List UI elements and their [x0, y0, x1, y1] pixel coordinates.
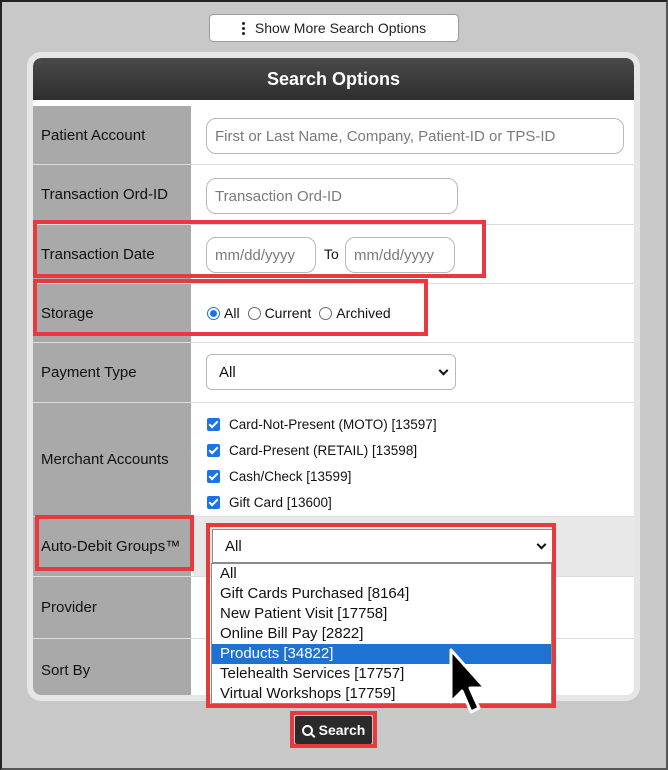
- radio-archived[interactable]: [319, 306, 333, 320]
- payment-type-value: All: [219, 363, 236, 381]
- search-button-label: Search: [318, 722, 366, 738]
- storage-option-current[interactable]: Current: [247, 305, 312, 321]
- payment-type-select[interactable]: All: [206, 354, 456, 390]
- merchant-account-item[interactable]: Gift Card [13600]: [207, 489, 437, 515]
- merchant-accounts-label: Merchant Accounts: [33, 403, 193, 516]
- transaction-ord-id-placeholder: Transaction Ord-ID: [215, 187, 342, 205]
- row-merchant-accounts: Merchant Accounts Card-Not-Present (MOTO…: [33, 403, 634, 517]
- radio-all-label: All: [224, 305, 240, 321]
- auto-debit-groups-value: All: [225, 537, 242, 555]
- storage-label: Storage: [33, 284, 193, 342]
- transaction-date-to-input[interactable]: mm/dd/yyyy: [345, 237, 455, 273]
- storage-option-archived[interactable]: Archived: [319, 305, 391, 321]
- date-to-placeholder: mm/dd/yyyy: [354, 246, 435, 264]
- chevron-down-icon: [438, 365, 449, 376]
- merchant-account-label: Cash/Check [13599]: [229, 468, 352, 484]
- dropdown-option[interactable]: Telehealth Services [17757]: [212, 664, 551, 684]
- dropdown-option[interactable]: Virtual Workshops [17759]: [212, 684, 551, 704]
- show-more-search-options-button[interactable]: Show More Search Options: [209, 14, 459, 42]
- radio-archived-label: Archived: [336, 305, 391, 321]
- merchant-account-item[interactable]: Cash/Check [13599]: [207, 463, 437, 489]
- search-icon: [301, 724, 313, 736]
- row-payment-type: Payment Type All: [33, 343, 634, 403]
- storage-radio-group: All Current Archived: [207, 284, 399, 342]
- show-more-search-options-label: Show More Search Options: [254, 20, 427, 36]
- checkbox-checked-icon[interactable]: [207, 469, 220, 483]
- storage-option-all[interactable]: All: [207, 305, 240, 321]
- transaction-ord-id-input[interactable]: Transaction Ord-ID: [206, 178, 458, 214]
- checkbox-checked-icon[interactable]: [207, 443, 220, 457]
- dropdown-option[interactable]: Gift Cards Purchased [8164]: [212, 584, 551, 604]
- radio-current[interactable]: [247, 306, 261, 320]
- row-patient-account: Patient Account First or Last Name, Comp…: [33, 106, 634, 165]
- provider-label: Provider: [33, 577, 193, 638]
- payment-type-label: Payment Type: [33, 343, 193, 402]
- transaction-date-label: Transaction Date: [33, 225, 193, 283]
- row-transaction-date: Transaction Date mm/dd/yyyy To mm/dd/yyy…: [33, 225, 634, 284]
- date-to-label: To: [324, 246, 339, 262]
- auto-debit-groups-select[interactable]: All: [212, 529, 554, 563]
- patient-account-input[interactable]: First or Last Name, Company, Patient-ID …: [206, 118, 624, 154]
- transaction-ord-id-label: Transaction Ord-ID: [33, 165, 193, 224]
- radio-all[interactable]: [207, 306, 220, 320]
- patient-account-label: Patient Account: [33, 106, 193, 164]
- date-from-placeholder: mm/dd/yyyy: [215, 246, 296, 264]
- row-transaction-ord-id: Transaction Ord-ID Transaction Ord-ID: [33, 165, 634, 225]
- merchant-account-label: Card-Not-Present (MOTO) [13597]: [229, 416, 437, 432]
- patient-account-placeholder: First or Last Name, Company, Patient-ID …: [215, 127, 556, 145]
- auto-debit-groups-dropdown: All Gift Cards Purchased [8164] New Pati…: [211, 563, 552, 704]
- merchant-account-label: Gift Card [13600]: [229, 494, 332, 510]
- search-button[interactable]: Search: [295, 716, 372, 744]
- dropdown-option-highlighted[interactable]: Products [34822]: [212, 644, 551, 664]
- mouse-pointer-icon: [449, 648, 487, 714]
- radio-current-label: Current: [264, 305, 312, 321]
- panel-title: Search Options: [33, 58, 634, 100]
- merchant-account-label: Card-Present (RETAIL) [13598]: [229, 442, 418, 458]
- merchant-account-item[interactable]: Card-Present (RETAIL) [13598]: [207, 437, 437, 463]
- checkbox-checked-icon[interactable]: [207, 417, 220, 431]
- checkbox-checked-icon[interactable]: [207, 495, 220, 509]
- merchant-accounts-list: Card-Not-Present (MOTO) [13597] Card-Pre…: [207, 411, 437, 515]
- chevron-down-icon: [536, 539, 547, 550]
- auto-debit-groups-label: Auto-Debit Groups™: [33, 517, 193, 576]
- dropdown-option[interactable]: All: [212, 564, 551, 584]
- row-storage: Storage All Current Archived: [33, 284, 634, 343]
- dropdown-option[interactable]: Online Bill Pay [2822]: [212, 624, 551, 644]
- transaction-date-from-input[interactable]: mm/dd/yyyy: [206, 237, 316, 273]
- sort-by-label: Sort By: [33, 639, 193, 695]
- dropdown-option[interactable]: New Patient Visit [17758]: [212, 604, 551, 624]
- merchant-account-item[interactable]: Card-Not-Present (MOTO) [13597]: [207, 411, 437, 437]
- vertical-ellipsis-icon: [241, 21, 245, 35]
